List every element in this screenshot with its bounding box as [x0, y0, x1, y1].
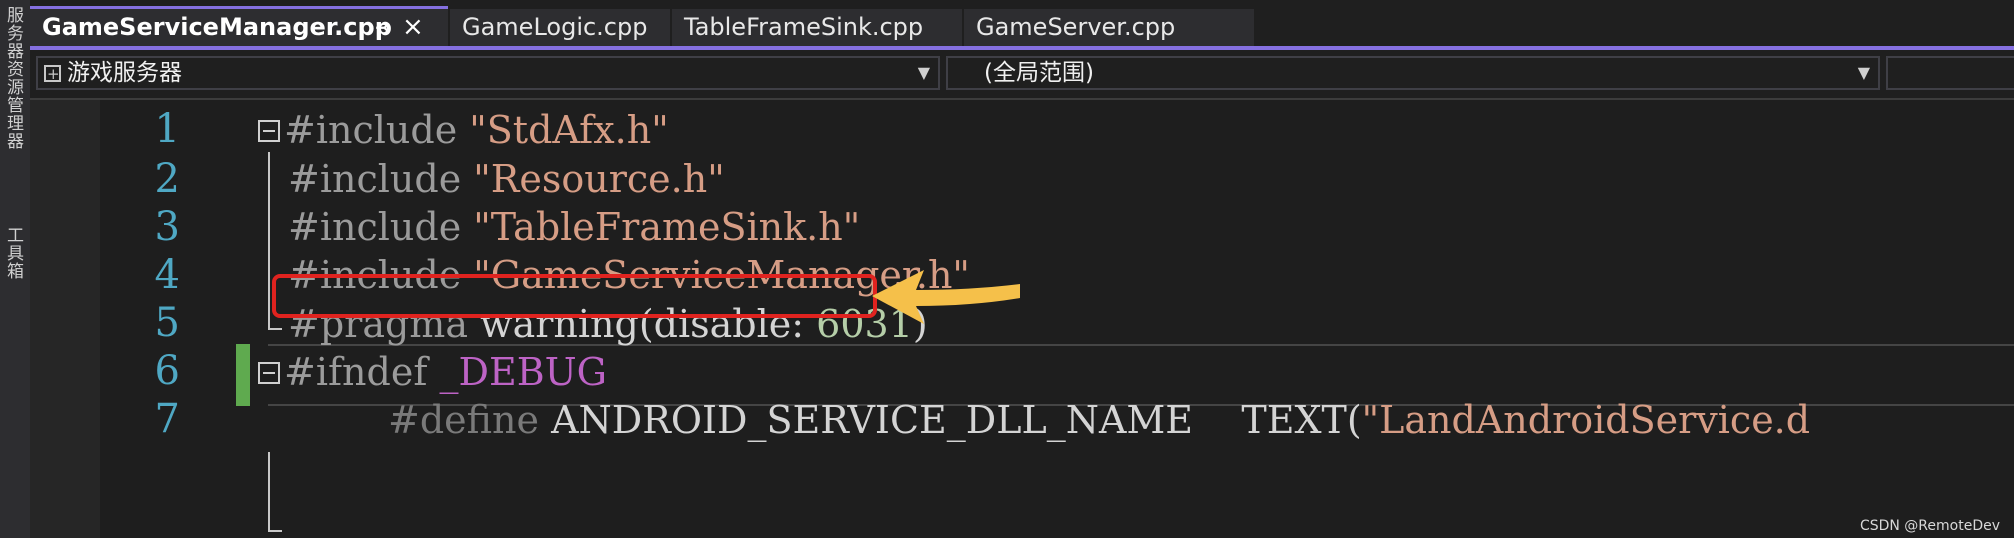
- chevron-down-icon: ▼: [917, 63, 930, 82]
- line-number: 3: [154, 204, 180, 250]
- code-line-6[interactable]: #ifndef _DEBUG: [258, 348, 2014, 396]
- indicator-margin: [30, 100, 100, 538]
- tab-gameservicemanager[interactable]: GameServiceManager.cpp ⊸ ×: [30, 6, 448, 46]
- project-icon: [44, 59, 61, 89]
- document-tab-bar: GameServiceManager.cpp ⊸ × GameLogic.cpp…: [30, 0, 2014, 50]
- collapse-icon[interactable]: [258, 120, 280, 142]
- directive: #include: [284, 108, 458, 152]
- line-number: 4: [154, 252, 180, 298]
- code-line-7[interactable]: #define ANDROID_SERVICE_DLL_NAME TEXT("L…: [258, 396, 2014, 444]
- tab-label: TableFrameSink.cpp: [684, 13, 924, 41]
- define-text: ANDROID_SERVICE_DLL_NAME TEXT(: [551, 398, 1362, 442]
- side-tool-strip: 服务器资源管理器 工具箱: [0, 0, 31, 538]
- navigation-bar: 游戏服务器 ▼ (全局范围) ▼: [30, 50, 2014, 100]
- close-icon[interactable]: ×: [402, 9, 424, 45]
- line-number: 5: [154, 300, 180, 346]
- chevron-down-icon: ▼: [1857, 63, 1870, 82]
- scope-name: (全局范围): [984, 60, 1094, 86]
- code-line-3[interactable]: #include "TableFrameSink.h": [258, 203, 2014, 251]
- annotation-arrow-icon: [872, 270, 1020, 324]
- fold-guide-end: [268, 530, 282, 532]
- line-number: 7: [154, 396, 180, 442]
- change-indicator: [236, 344, 250, 406]
- highlight-box: [272, 274, 877, 318]
- string-literal: "StdAfx.h": [469, 108, 669, 152]
- toolbox-tab[interactable]: 工具箱: [2, 226, 26, 280]
- directive: #include: [288, 157, 462, 201]
- directive: #include: [288, 205, 462, 249]
- code-line-1[interactable]: #include "StdAfx.h": [258, 106, 2014, 154]
- project-name: 游戏服务器: [67, 60, 182, 86]
- directive: #define: [388, 398, 539, 442]
- string-literal: "TableFrameSink.h": [473, 205, 861, 249]
- project-dropdown[interactable]: 游戏服务器 ▼: [36, 56, 940, 90]
- string-literal: "LandAndroidService.d: [1361, 398, 1811, 442]
- tab-label: GameLogic.cpp: [462, 13, 648, 41]
- scope-dropdown[interactable]: (全局范围) ▼: [946, 56, 1880, 90]
- line-number: 6: [154, 348, 180, 394]
- tab-label: GameServiceManager.cpp: [42, 13, 392, 41]
- tab-gamelogic[interactable]: GameLogic.cpp: [450, 9, 670, 46]
- pin-icon[interactable]: ⊸: [375, 9, 392, 45]
- watermark: CSDN @RemoteDev: [1859, 518, 2000, 534]
- collapse-icon[interactable]: [258, 362, 280, 384]
- tab-label: GameServer.cpp: [976, 13, 1176, 41]
- member-dropdown[interactable]: [1886, 56, 2014, 90]
- tab-tableframesink[interactable]: TableFrameSink.cpp: [672, 9, 962, 46]
- code-line-2[interactable]: #include "Resource.h": [258, 155, 2014, 203]
- directive: #ifndef: [284, 350, 428, 394]
- fold-guide: [268, 452, 270, 532]
- string-literal: "Resource.h": [473, 157, 725, 201]
- server-explorer-tab[interactable]: 服务器资源管理器: [2, 6, 26, 150]
- line-number: 1: [154, 106, 180, 152]
- tab-gameserver[interactable]: GameServer.cpp: [964, 9, 1254, 46]
- line-number: 2: [154, 156, 180, 202]
- macro-name: _DEBUG: [439, 350, 608, 394]
